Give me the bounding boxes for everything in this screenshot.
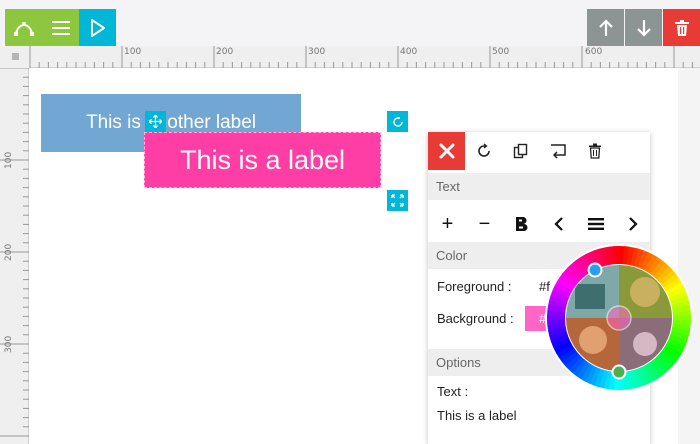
rotate-icon: [477, 143, 490, 157]
ruler-label-100: 100: [124, 47, 142, 57]
bold-button[interactable]: [503, 205, 540, 243]
plus-icon: +: [441, 212, 454, 235]
rotate-icon: [392, 116, 403, 127]
delete-element-button[interactable]: [576, 132, 613, 170]
decrease-font-button[interactable]: −: [466, 205, 503, 243]
menu-icon: [51, 20, 70, 35]
label-text: This is another label: [85, 112, 257, 133]
color-wheel-picker[interactable]: [545, 244, 693, 392]
move-down-button[interactable]: [625, 9, 662, 46]
delete-button[interactable]: [663, 9, 700, 46]
text-section-header: Text: [428, 173, 650, 200]
rotate-button[interactable]: [465, 132, 502, 170]
vruler-label-100: 100: [4, 151, 14, 169]
editor-app: 100 200 300 400 500 600 100 200 300 This…: [0, 0, 700, 444]
ruler-label-400: 400: [400, 47, 418, 57]
vruler-label-300: 300: [4, 335, 14, 353]
panel-toolbar: [428, 132, 650, 170]
chevron-right-icon: [628, 217, 638, 231]
bezier-curve-icon: [13, 21, 34, 36]
arrow-down-icon: [636, 19, 651, 37]
bezier-tool-button[interactable]: [5, 9, 42, 46]
bold-icon: [515, 217, 527, 231]
move-up-button[interactable]: [587, 9, 624, 46]
move-handle[interactable]: [145, 111, 166, 132]
minus-icon: −: [478, 212, 491, 235]
align-center-button[interactable]: [577, 205, 614, 243]
text-option-label: Text :: [437, 384, 469, 399]
ruler-label-600: 600: [585, 47, 603, 57]
align-icon: [587, 218, 604, 230]
selected-color-swatch: [606, 305, 632, 331]
vruler-label-200: 200: [4, 243, 14, 261]
undo-icon: [550, 144, 566, 159]
color-handle-green[interactable]: [611, 364, 627, 380]
trash-icon: [588, 143, 601, 159]
ruler-label-200: 200: [216, 47, 234, 57]
close-panel-button[interactable]: [428, 132, 465, 170]
text-format-row: + −: [428, 205, 650, 243]
duplicate-icon: [513, 143, 527, 159]
ruler-origin-marker: [12, 53, 19, 60]
foreground-label: Foreground :: [437, 279, 512, 294]
background-label: Background :: [437, 311, 514, 326]
resize-icon: [391, 194, 404, 207]
top-toolbar: [0, 0, 700, 46]
resize-handle[interactable]: [387, 190, 408, 211]
reset-button[interactable]: [539, 132, 576, 170]
label-element-selected[interactable]: This is a label: [144, 132, 381, 188]
play-icon: [90, 18, 105, 37]
play-button[interactable]: [79, 9, 116, 46]
align-right-button[interactable]: [614, 205, 651, 243]
menu-button[interactable]: [42, 9, 79, 46]
color-handle-blue[interactable]: [587, 262, 603, 278]
rotate-handle[interactable]: [387, 111, 408, 132]
vertical-ruler: 100 200 300: [0, 46, 29, 444]
move-icon: [149, 115, 162, 128]
text-option-value[interactable]: This is a label: [437, 408, 516, 423]
arrow-up-icon: [598, 18, 613, 36]
ruler-label-500: 500: [492, 47, 510, 57]
duplicate-button[interactable]: [502, 132, 539, 170]
trash-icon: [674, 19, 689, 36]
chevron-left-icon: [553, 217, 563, 231]
ruler-label-300: 300: [308, 47, 326, 57]
align-left-button[interactable]: [540, 205, 577, 243]
increase-font-button[interactable]: +: [429, 205, 466, 243]
horizontal-ruler: 100 200 300 400 500 600: [0, 46, 700, 68]
close-icon: [439, 143, 454, 159]
label-text: This is a label: [179, 144, 346, 175]
